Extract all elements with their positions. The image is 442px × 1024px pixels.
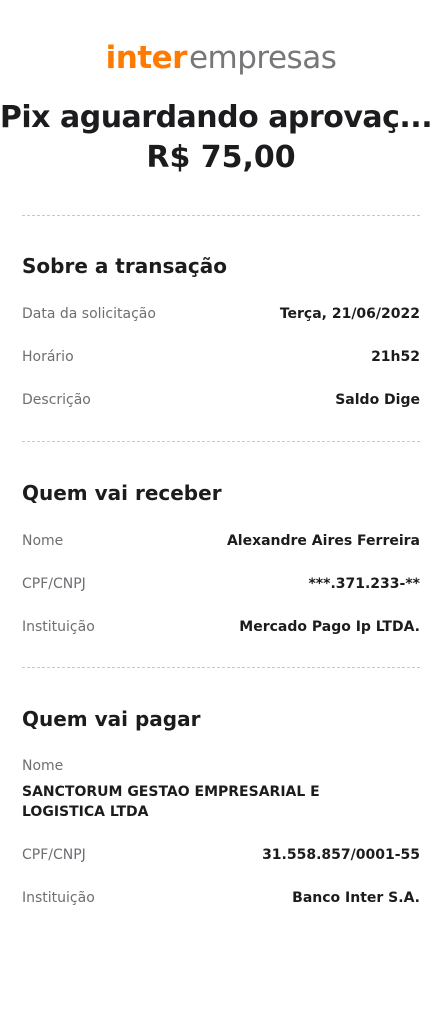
- receiver-document-label: CPF/CNPJ: [22, 576, 86, 592]
- inter-empresas-logo: interempresas: [0, 40, 442, 76]
- payer-name-label: Nome: [22, 758, 64, 774]
- row-payer-institution: Instituição Banco Inter S.A.: [22, 887, 420, 909]
- receiver-name-value: Alexandre Aires Ferreira: [226, 533, 420, 549]
- pix-amount: R$ 75,00: [146, 140, 296, 175]
- payer-institution-value: Banco Inter S.A.: [292, 890, 420, 906]
- logo-suffix-text: empresas: [188, 40, 337, 76]
- receiver-institution-label: Instituição: [22, 619, 95, 635]
- section-title-payer: Quem vai pagar: [22, 707, 201, 731]
- time-label: Horário: [22, 349, 74, 365]
- row-receiver-name: Nome Alexandre Aires Ferreira: [22, 530, 420, 552]
- request-date-label: Data da solicitação: [22, 306, 156, 322]
- section-title-receiver: Quem vai receber: [22, 481, 222, 505]
- divider: [22, 441, 420, 442]
- receiver-institution-value: Mercado Pago Ip LTDA.: [239, 619, 420, 635]
- divider: [22, 215, 420, 216]
- description-label: Descrição: [22, 392, 91, 408]
- pix-header: Pix aguardando aprovaç... R$ 75,00: [0, 98, 442, 178]
- row-description: Descrição Saldo Dige: [22, 389, 420, 411]
- payer-institution-label: Instituição: [22, 890, 95, 906]
- row-receiver-document: CPF/CNPJ ***.371.233-**: [22, 573, 420, 595]
- payer-document-value: 31.558.857/0001-55: [262, 847, 420, 863]
- pix-status-title: Pix aguardando aprovaç...: [0, 100, 433, 135]
- logo-brand-text: inter: [105, 40, 188, 76]
- row-payer-document: CPF/CNPJ 31.558.857/0001-55: [22, 844, 420, 866]
- payer-document-label: CPF/CNPJ: [22, 847, 86, 863]
- receiver-document-value: ***.371.233-**: [308, 576, 420, 592]
- section-title-transaction: Sobre a transação: [22, 254, 227, 278]
- row-receiver-institution: Instituição Mercado Pago Ip LTDA.: [22, 616, 420, 638]
- description-value: Saldo Dige: [335, 392, 420, 408]
- divider: [22, 667, 420, 668]
- time-value: 21h52: [371, 349, 420, 365]
- payer-name-value: SANCTORUM GESTAO EMPRESARIAL E LOGISTICA…: [22, 784, 320, 820]
- receiver-name-label: Nome: [22, 533, 64, 549]
- row-time: Horário 21h52: [22, 346, 420, 368]
- row-request-date: Data da solicitação Terça, 21/06/2022: [22, 303, 420, 325]
- request-date-value: Terça, 21/06/2022: [279, 306, 420, 322]
